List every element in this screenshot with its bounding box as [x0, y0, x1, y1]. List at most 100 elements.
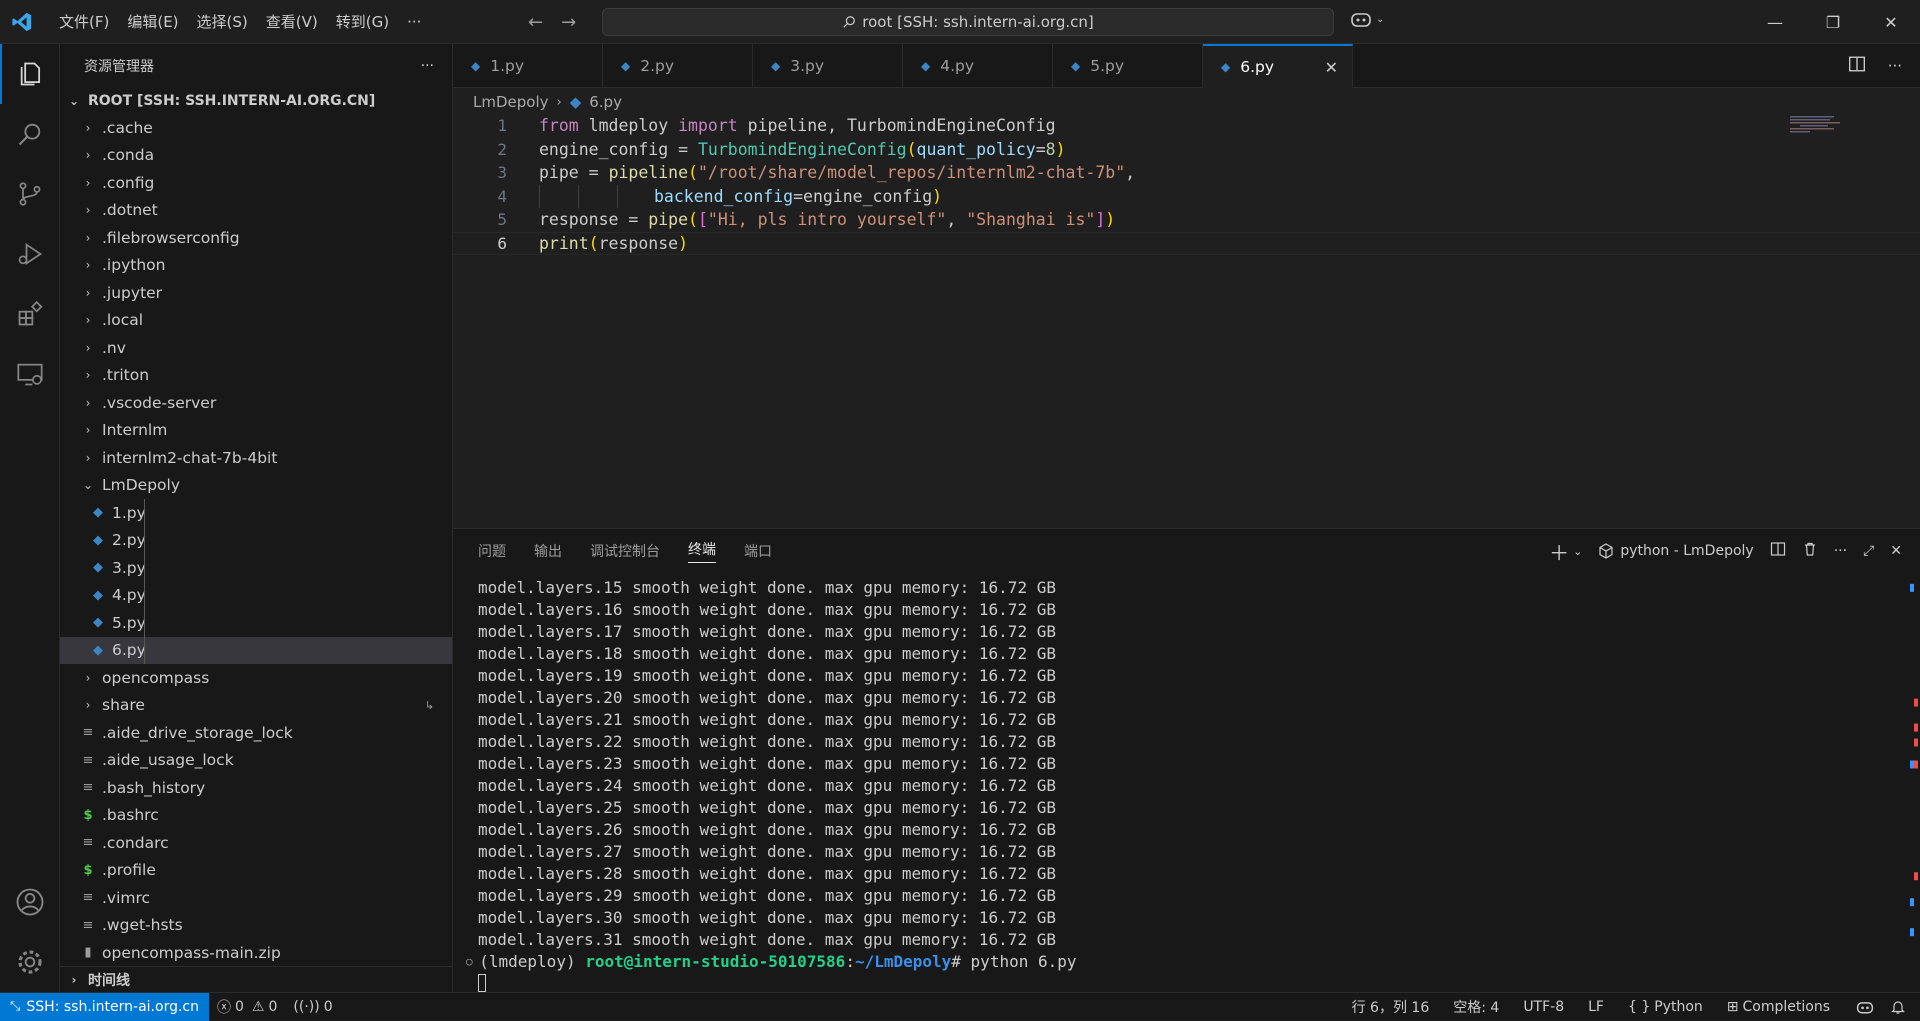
file-label: .bashrc — [102, 806, 159, 825]
more-actions-icon[interactable]: ··· — [1834, 543, 1847, 559]
file-item[interactable]: ≡ .vimrc — [60, 884, 452, 912]
file-item[interactable]: ≡ .aide_usage_lock — [60, 747, 452, 775]
menu-view[interactable]: 查看(V) — [257, 0, 327, 44]
file-tree: › .cache › .conda › .config › .dotnet › .filebrow… — [60, 114, 452, 967]
close-icon[interactable]: ✕ — [1325, 58, 1338, 77]
source-control-button[interactable] — [0, 164, 60, 224]
editor-tab[interactable]: ◆ 1.py — [453, 44, 603, 88]
ports-indicator[interactable]: ((·)) 0 — [285, 999, 340, 1015]
menu-file[interactable]: 文件(F) — [50, 0, 118, 44]
editor-tab[interactable]: ◆ 3.py — [753, 44, 903, 88]
breadcrumb-folder[interactable]: LmDepoly — [473, 93, 549, 111]
timeline-section[interactable]: › 时间线 — [60, 966, 453, 992]
indentation[interactable]: 空格: 4 — [1445, 997, 1507, 1017]
file-item[interactable]: ◆ 3.py — [60, 554, 452, 582]
panel-tab-debug-console[interactable]: 调试控制台 — [590, 541, 660, 561]
explorer-button[interactable] — [0, 44, 60, 104]
restore-button[interactable]: ❐ — [1804, 0, 1862, 44]
accounts-button[interactable] — [0, 872, 60, 932]
folder-item[interactable]: › share ↳ — [60, 692, 452, 720]
workspace-root[interactable]: ⌄ ROOT [SSH: SSH.INTERN-AI.ORG.CN] — [60, 88, 452, 114]
file-item[interactable]: ≡ .wget-hsts — [60, 912, 452, 940]
folder-item[interactable]: › .dotnet — [60, 197, 452, 225]
file-item[interactable]: ≡ .condarc — [60, 829, 452, 857]
back-arrow-icon[interactable]: ← — [528, 12, 543, 33]
remote-explorer-button[interactable] — [0, 344, 60, 404]
terminal-overview-ruler — [1910, 583, 1918, 937]
panel-tab-terminal[interactable]: 终端 — [688, 539, 716, 563]
file-item[interactable]: ◆ 5.py — [60, 609, 452, 637]
folder-item[interactable]: › .ipython — [60, 252, 452, 280]
extensions-button[interactable] — [0, 284, 60, 344]
folder-item[interactable]: › .jupyter — [60, 279, 452, 307]
close-window-button[interactable]: ✕ — [1862, 0, 1920, 44]
folder-item[interactable]: › .conda — [60, 142, 452, 170]
file-item[interactable]: $ .bashrc — [60, 802, 452, 830]
maximize-panel-icon[interactable]: ⤢ — [1863, 543, 1874, 559]
end-of-line[interactable]: LF — [1580, 999, 1612, 1015]
folder-item[interactable]: › .local — [60, 307, 452, 335]
search-button[interactable] — [0, 104, 60, 164]
minimize-button[interactable]: — — [1746, 0, 1804, 44]
panel-tab-problems[interactable]: 问题 — [478, 541, 506, 561]
folder-item[interactable]: › .vscode-server — [60, 389, 452, 417]
folder-item[interactable]: › opencompass — [60, 664, 452, 692]
file-item[interactable]: ◆ 2.py — [60, 526, 452, 554]
chevron-down-icon[interactable]: ⌄ — [1573, 545, 1582, 558]
file-item[interactable]: $ .profile — [60, 857, 452, 885]
folder-item[interactable]: › .nv — [60, 334, 452, 362]
tab-label: 5.py — [1090, 57, 1125, 75]
folder-item[interactable]: ⌄ LmDepoly — [60, 472, 452, 500]
command-center-search[interactable]: root [SSH: ssh.intern-ai.org.cn] — [602, 8, 1334, 36]
trash-icon[interactable] — [1802, 541, 1818, 561]
notifications-bell-icon[interactable] — [1882, 999, 1914, 1015]
manage-button[interactable] — [0, 932, 60, 992]
new-terminal-button[interactable]: ＋ — [1549, 537, 1569, 566]
file-item[interactable]: ≡ .bash_history — [60, 774, 452, 802]
copilot-menu[interactable]: ⌄ — [1350, 10, 1384, 28]
panel-tab-ports[interactable]: 端口 — [744, 541, 772, 561]
close-panel-icon[interactable]: ✕ — [1890, 543, 1902, 559]
split-terminal-icon[interactable] — [1770, 541, 1786, 561]
completions-status[interactable]: ⊞ Completions — [1719, 999, 1838, 1015]
cursor-position[interactable]: 行 6，列 16 — [1344, 997, 1438, 1017]
remote-indicator[interactable]: ⤡ SSH: ssh.intern-ai.org.cn — [0, 992, 209, 1021]
file-item[interactable]: ◆ 1.py — [60, 499, 452, 527]
folder-item[interactable]: › .filebrowserconfig — [60, 224, 452, 252]
folder-label: .local — [102, 311, 144, 330]
folder-item[interactable]: › Internlm — [60, 417, 452, 445]
menu-edit[interactable]: 编辑(E) — [118, 0, 187, 44]
copilot-status-icon[interactable] — [1848, 999, 1882, 1015]
file-item[interactable]: ▮ opencompass-main.zip — [60, 939, 452, 967]
terminal-selector[interactable]: python - LmDepoly — [1598, 543, 1754, 559]
breadcrumb-file[interactable]: 6.py — [589, 93, 622, 111]
folder-item[interactable]: › .cache — [60, 114, 452, 142]
encoding[interactable]: UTF-8 — [1515, 999, 1572, 1015]
editor-tab[interactable]: ◆ 6.py ✕ — [1203, 44, 1353, 88]
panel-tab-output[interactable]: 输出 — [534, 541, 562, 561]
terminal-output[interactable]: model.layers.15 smooth weight done. max … — [466, 576, 1077, 994]
menu-selection[interactable]: 选择(S) — [188, 0, 257, 44]
menu-go[interactable]: 转到(G) — [327, 0, 398, 44]
run-debug-button[interactable] — [0, 224, 60, 284]
chevron-right-icon: › — [556, 94, 562, 110]
minimap[interactable] — [1790, 114, 1850, 134]
forward-arrow-icon[interactable]: → — [561, 12, 576, 33]
folder-item[interactable]: › .config — [60, 169, 452, 197]
indent-guide — [144, 581, 145, 609]
code-editor[interactable]: 1 from lmdeploy import pipeline, Turbomi… — [453, 114, 1920, 524]
file-item[interactable]: ◆ 6.py — [60, 636, 452, 664]
explorer-more-button[interactable]: ··· — [421, 58, 434, 74]
file-item[interactable]: ◆ 4.py — [60, 581, 452, 609]
problems-indicator[interactable]: ⓧ 0 ⚠ 0 — [209, 997, 285, 1017]
more-actions-icon[interactable]: ··· — [1888, 57, 1902, 75]
editor-tab[interactable]: ◆ 2.py — [603, 44, 753, 88]
split-editor-icon[interactable] — [1848, 55, 1866, 77]
file-item[interactable]: ≡ .aide_drive_storage_lock — [60, 719, 452, 747]
folder-item[interactable]: › internlm2-chat-7b-4bit — [60, 444, 452, 472]
editor-tab[interactable]: ◆ 5.py — [1053, 44, 1203, 88]
menu-more[interactable]: ··· — [398, 0, 430, 44]
editor-tab[interactable]: ◆ 4.py — [903, 44, 1053, 88]
folder-item[interactable]: › .triton — [60, 362, 452, 390]
language-mode[interactable]: { } Python — [1620, 999, 1711, 1015]
